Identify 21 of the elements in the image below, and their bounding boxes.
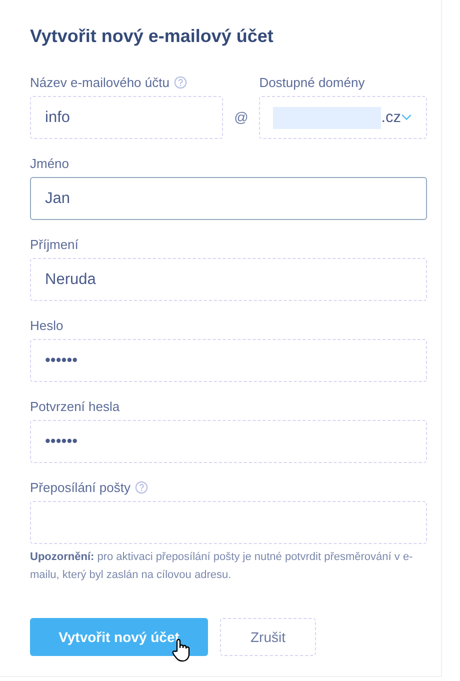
input-field[interactable]: •••••• xyxy=(30,420,427,463)
input-field[interactable]: •••••• xyxy=(30,339,427,382)
warning-note: Upozornění: pro aktivaci přeposílání pošty je nutné potvrdit přesměrování v e-mailu, který byl zaslán na cílovou adresu. xyxy=(30,550,414,583)
dialog-title: Vytvořit nový e-mailový účet xyxy=(30,25,274,47)
chevron-down-icon[interactable] xyxy=(401,114,412,121)
domain-select[interactable]: .cz xyxy=(259,96,427,139)
field-label: Dostupné domény xyxy=(259,75,365,90)
field-label: Potvrzení hesla xyxy=(30,399,120,414)
field-label: Jméno xyxy=(30,156,70,171)
at-sign: @ xyxy=(233,108,250,127)
field-label: Přeposílání pošty xyxy=(30,480,130,495)
help-icon[interactable] xyxy=(135,481,148,494)
field-label: Název e-mailového účtu xyxy=(30,75,170,90)
input-field[interactable] xyxy=(30,501,427,544)
input-field[interactable]: Neruda xyxy=(30,258,427,301)
field-label: Příjmení xyxy=(30,237,78,252)
cancel-button[interactable]: Zrušit xyxy=(220,618,316,656)
input-field[interactable]: Jan xyxy=(30,177,427,220)
email-name-field[interactable]: info xyxy=(30,96,224,139)
field-label: Heslo xyxy=(30,318,64,333)
help-icon[interactable] xyxy=(174,76,188,89)
